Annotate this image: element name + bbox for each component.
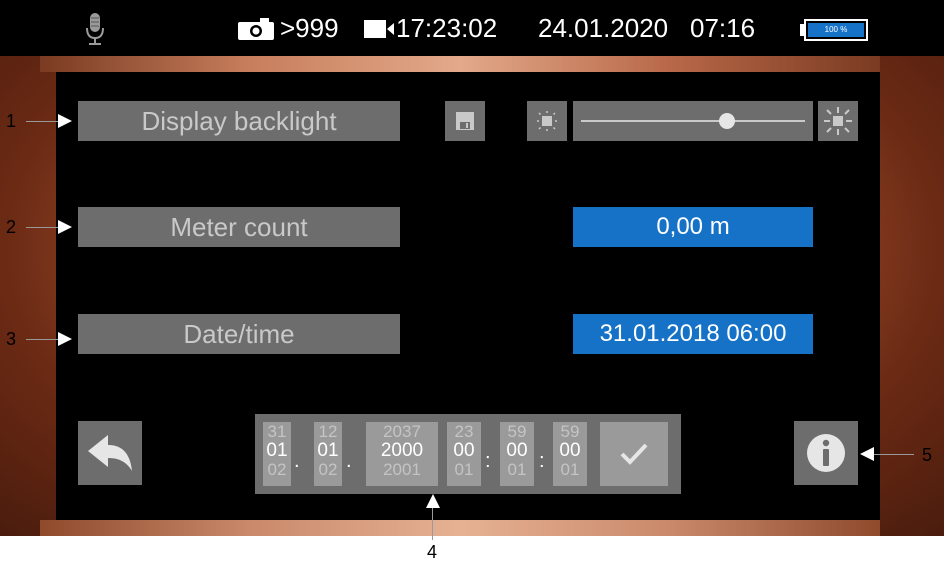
slider-track [581,120,805,122]
callout-arrow-icon [860,447,874,461]
camera-icon [238,18,274,40]
slider-handle[interactable] [718,113,735,129]
microphone-icon [86,12,104,46]
callout-line [26,339,62,340]
callout-2: 2 [6,217,17,237]
date-time-value[interactable]: 31.01.2018 06:00 [573,314,813,354]
photo-count: >999 [280,13,339,43]
callout-line [432,508,433,540]
checkmark-icon [620,443,648,465]
current-date: 24.01.2020 [538,13,669,43]
brightness-low-icon [537,111,557,131]
picker-day[interactable]: 31 01 02 [263,422,291,486]
video-icon [364,20,394,38]
picker-separator: : [539,450,545,472]
back-button[interactable] [78,421,142,485]
confirm-button[interactable] [600,422,668,486]
backlight-slider[interactable] [573,101,813,141]
picker-second[interactable]: 59 00 01 [553,422,587,486]
brightness-decrease-button[interactable] [527,101,567,141]
callout-5: 5 [922,445,933,465]
info-icon [807,434,845,472]
callout-4: 4 [427,542,438,562]
picker-minute[interactable]: 59 00 01 [500,422,534,486]
picker-month[interactable]: 12 01 02 [314,422,342,486]
status-bar: >999 17:23:02 24.01.2020 07:16 100 % [40,0,878,56]
callout-3: 3 [6,329,17,349]
save-button[interactable] [445,101,485,141]
callout-line [26,121,62,122]
callout-arrow-icon [58,220,72,234]
callout-line [874,454,914,455]
display-backlight-button[interactable]: Display backlight [78,101,400,141]
save-icon [456,112,474,130]
info-button[interactable] [794,421,858,485]
meter-count-value[interactable]: 0,00 m [573,207,813,247]
brightness-high-icon [824,107,852,135]
video-time: 17:23:02 [396,13,498,43]
back-arrow-icon [88,435,132,471]
picker-separator: . [294,450,300,472]
date-time-button[interactable]: Date/time [78,314,400,354]
remaining-time: 07:16 [690,13,756,43]
battery-level: 100 % [808,23,864,37]
callout-1: 1 [6,111,17,131]
date-time-picker: 31 01 02 . 12 01 02 . 2037 2000 2001 23 00 01 : … [255,414,681,494]
picker-year[interactable]: 2037 2000 2001 [366,422,438,486]
brightness-increase-button[interactable] [818,101,858,141]
callout-arrow-icon [426,494,440,508]
callout-arrow-icon [58,332,72,346]
callout-arrow-icon [58,114,72,128]
picker-hour[interactable]: 23 00 01 [447,422,481,486]
picker-separator: : [485,450,491,472]
picker-separator: . [346,450,352,472]
frame-top [40,56,880,72]
battery-icon: 100 % [800,19,870,41]
frame-bottom [40,520,880,536]
callout-line [26,227,62,228]
meter-count-button[interactable]: Meter count [78,207,400,247]
